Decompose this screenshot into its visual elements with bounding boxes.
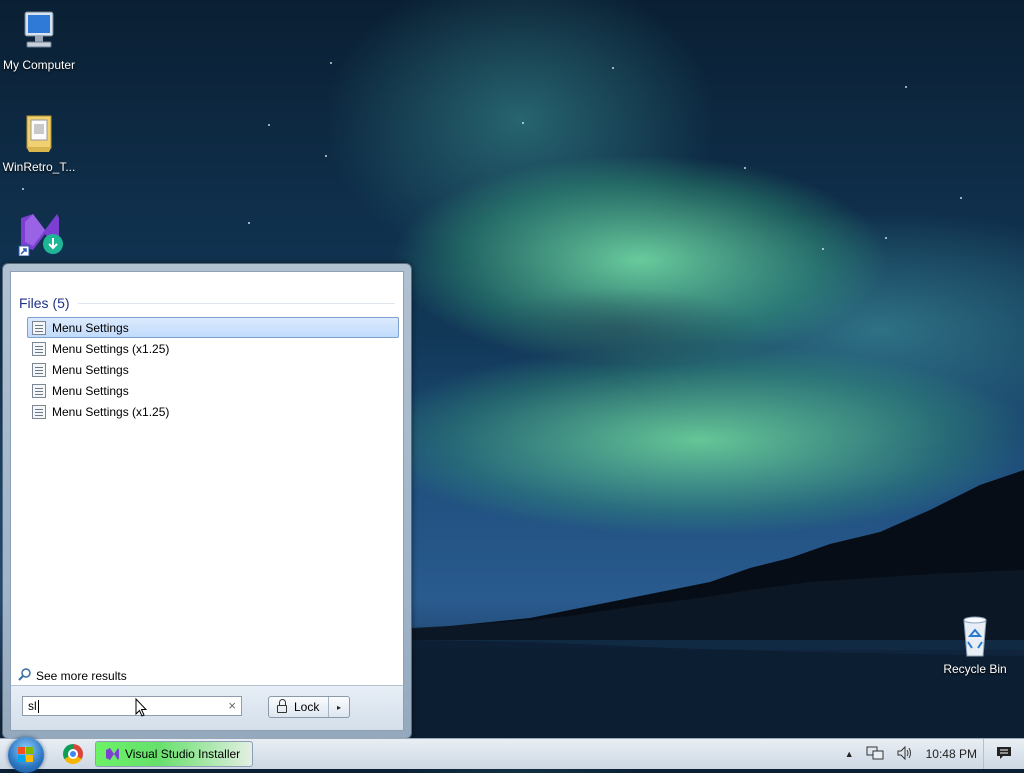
show-hidden-icons-button[interactable]: ▲ — [845, 749, 854, 759]
desktop-icon-label: WinRetro_T... — [2, 160, 76, 174]
system-tray: ▲ 10:48 PM — [839, 739, 1024, 769]
network-icon[interactable] — [866, 745, 884, 764]
clock[interactable]: 10:48 PM — [926, 747, 977, 761]
recycle-bin-icon — [951, 612, 999, 660]
windows-orb-icon — [18, 747, 34, 763]
search-input-value: sl — [28, 699, 37, 713]
search-result-label: Menu Settings — [52, 320, 129, 335]
group-header-label: Files (5) — [19, 295, 70, 311]
see-more-results-link[interactable]: See more results — [18, 668, 127, 684]
lock-button-label: Lock — [294, 700, 320, 714]
settings-file-icon — [32, 383, 46, 398]
settings-file-icon — [32, 341, 46, 356]
search-result-label: Menu Settings (x1.25) — [52, 341, 170, 356]
desktop-icon-recycle-bin[interactable]: Recycle Bin — [935, 612, 1015, 676]
start-search-input[interactable]: sl × — [22, 696, 242, 716]
text-caret — [37, 699, 39, 713]
desktop-icon-winretro-folder[interactable]: WinRetro_T... — [0, 110, 79, 174]
start-menu: Files (5) Menu Settings Menu Settings (x… — [2, 263, 412, 739]
start-menu-bottom-bar: sl × Lock ▸ — [11, 685, 403, 730]
chrome-icon[interactable] — [63, 744, 83, 764]
desktop-icon-label: Recycle Bin — [943, 662, 1007, 676]
notification-icon — [996, 745, 1012, 764]
files-group-header[interactable]: Files (5) — [19, 293, 395, 313]
lock-button-group: Lock ▸ — [268, 696, 350, 718]
volume-icon[interactable] — [896, 745, 914, 764]
search-result-label: Menu Settings — [52, 362, 129, 377]
search-result-item[interactable]: Menu Settings (x1.25) — [27, 401, 399, 422]
search-results-list: Menu Settings Menu Settings (x1.25) Menu… — [27, 317, 399, 422]
desktop-icon-visual-studio-installer[interactable] — [0, 208, 79, 258]
mouse-cursor-icon — [135, 698, 147, 717]
taskbar: Visual Studio Installer ▲ 10:48 PM — [0, 737, 1024, 773]
desktop-icon-label: My Computer — [2, 58, 76, 72]
settings-file-icon — [32, 404, 46, 419]
search-result-item[interactable]: Menu Settings — [27, 317, 399, 338]
search-result-label: Menu Settings — [52, 383, 129, 398]
settings-file-icon — [32, 362, 46, 377]
clear-search-icon[interactable]: × — [228, 698, 236, 713]
start-menu-search-results-panel: Files (5) Menu Settings Menu Settings (x… — [10, 271, 404, 731]
desktop-icon-my-computer[interactable]: My Computer — [0, 8, 79, 72]
settings-file-icon — [32, 320, 46, 335]
search-result-item[interactable]: Menu Settings — [27, 380, 399, 401]
lock-button[interactable]: Lock — [269, 697, 329, 717]
see-more-label: See more results — [36, 669, 127, 683]
magnifier-icon — [18, 668, 31, 684]
action-center-button[interactable] — [983, 739, 1024, 769]
wallpaper-landscape — [410, 470, 1024, 740]
search-result-item[interactable]: Menu Settings (x1.25) — [27, 338, 399, 359]
group-header-divider — [77, 302, 395, 304]
search-result-item[interactable]: Menu Settings — [27, 359, 399, 380]
visual-studio-icon — [104, 746, 120, 762]
search-result-label: Menu Settings (x1.25) — [52, 404, 170, 419]
computer-icon — [15, 8, 63, 56]
taskbar-button-visual-studio-installer[interactable]: Visual Studio Installer — [95, 741, 253, 767]
shutdown-options-arrow-button[interactable]: ▸ — [329, 703, 349, 712]
folder-icon — [15, 110, 63, 158]
taskbar-app-label: Visual Studio Installer — [125, 747, 241, 761]
lock-icon — [277, 699, 287, 713]
visual-studio-installer-icon — [15, 208, 63, 257]
